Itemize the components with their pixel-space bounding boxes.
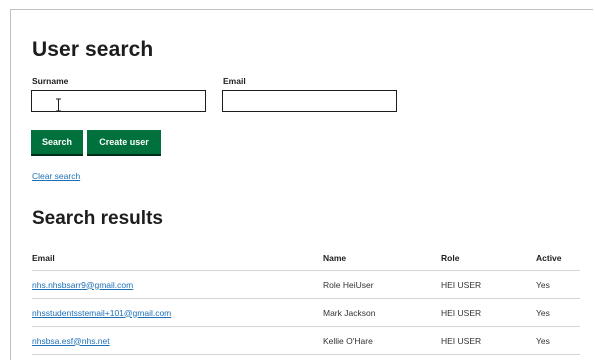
row-name: Kellie O'Hare (323, 326, 441, 355)
create-user-button[interactable]: Create user (87, 130, 161, 154)
email-label: Email (223, 76, 246, 86)
results-table: Email Name Role Active nhs.nhsbsarr9@gma… (32, 245, 580, 355)
i-beam-cursor-icon (56, 98, 61, 112)
active-column-header: Active (536, 245, 580, 271)
table-header-row: Email Name Role Active (32, 245, 580, 271)
search-results-title: Search results (32, 208, 163, 229)
row-active: Yes (536, 326, 580, 355)
row-role: HEI USER (441, 298, 536, 327)
table-row: nhsstudentsstemail+101@gmail.com Mark Ja… (32, 298, 580, 327)
role-column-header: Role (441, 245, 536, 271)
row-email-link[interactable]: nhs.nhsbsarr9@gmail.com (32, 270, 323, 299)
row-email-link[interactable]: nhsstudentsstemail+101@gmail.com (32, 298, 323, 327)
row-role: HEI USER (441, 270, 536, 299)
email-input[interactable] (222, 90, 397, 112)
row-name: Mark Jackson (323, 298, 441, 327)
row-active: Yes (536, 270, 580, 299)
clear-search-link[interactable]: Clear search (32, 171, 80, 181)
table-row: nhs.nhsbsarr9@gmail.com Role HeiUser HEI… (32, 270, 580, 299)
page-title: User search (32, 38, 154, 61)
surname-label: Surname (32, 76, 69, 86)
row-name: Role HeiUser (323, 270, 441, 299)
table-row: nhsbsa.esf@nhs.net Kellie O'Hare HEI USE… (32, 326, 580, 355)
email-column-header: Email (32, 245, 323, 271)
row-email-link[interactable]: nhsbsa.esf@nhs.net (32, 326, 323, 355)
name-column-header: Name (323, 245, 441, 271)
row-role: HEI USER (441, 326, 536, 355)
search-button[interactable]: Search (31, 130, 83, 154)
row-active: Yes (536, 298, 580, 327)
